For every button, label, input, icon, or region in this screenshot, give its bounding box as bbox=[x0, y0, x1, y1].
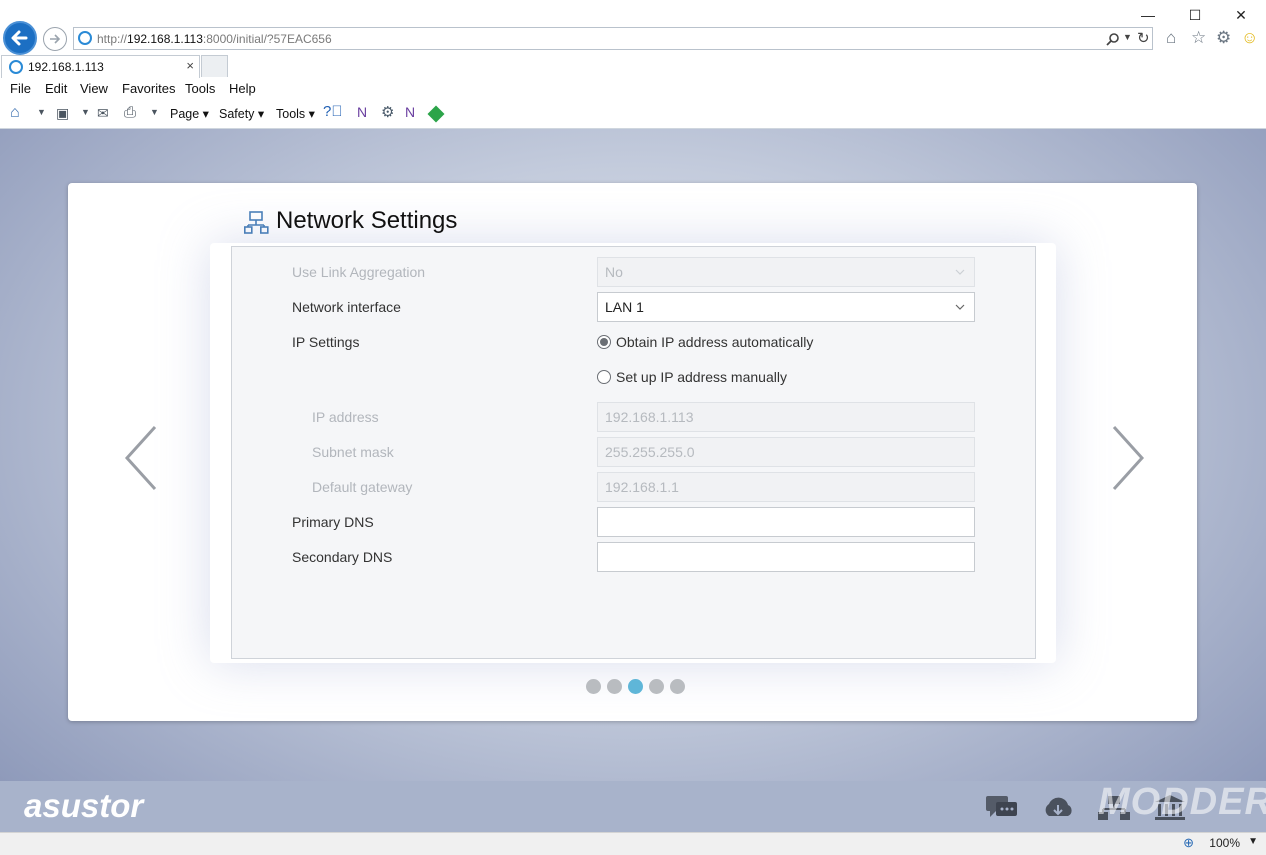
zoom-icon[interactable]: ⊕ bbox=[1183, 835, 1194, 851]
gear-icon[interactable]: ⚙ bbox=[1216, 28, 1231, 48]
step-dot[interactable] bbox=[607, 679, 622, 694]
settings-cmd-icon[interactable]: ⚙ bbox=[381, 103, 394, 121]
dropdown-arrow-icon[interactable]: ▼ bbox=[81, 107, 90, 117]
zoom-level[interactable]: 100% bbox=[1209, 836, 1240, 850]
chevron-down-icon bbox=[955, 269, 965, 275]
radio-selected-dot bbox=[600, 338, 608, 346]
chat-icon[interactable] bbox=[985, 794, 1019, 822]
tab-title: 192.168.1.113 bbox=[28, 60, 104, 74]
secondary-dns-input[interactable] bbox=[597, 542, 975, 572]
minimize-button[interactable]: — bbox=[1138, 5, 1158, 25]
link-aggregation-value: No bbox=[605, 264, 623, 280]
arrow-left-icon bbox=[11, 30, 28, 46]
refresh-icon[interactable]: ↻ bbox=[1137, 29, 1150, 47]
watermark: MODDERS bbox=[1098, 781, 1266, 823]
search-icon[interactable] bbox=[1106, 32, 1120, 46]
ie-page-icon bbox=[78, 31, 92, 45]
help-icon[interactable]: ?⃝ bbox=[323, 103, 343, 120]
subnet-mask-label: Subnet mask bbox=[312, 444, 394, 460]
favorites-star-icon[interactable]: ☆ bbox=[1191, 28, 1206, 48]
setup-wizard-card: Network Settings Use Link Aggregation No… bbox=[68, 183, 1197, 721]
smiley-icon[interactable]: ☺ bbox=[1241, 28, 1258, 48]
network-settings-icon bbox=[244, 211, 269, 234]
settings-panel: Use Link Aggregation No Network interfac… bbox=[231, 246, 1036, 659]
green-addon-icon[interactable] bbox=[427, 105, 445, 123]
step-dot-active[interactable] bbox=[628, 679, 643, 694]
mail-icon[interactable]: ✉ bbox=[97, 105, 109, 122]
ip-settings-label: IP Settings bbox=[292, 334, 360, 350]
subnet-mask-value: 255.255.255.0 bbox=[605, 444, 695, 460]
default-gateway-label: Default gateway bbox=[312, 479, 413, 495]
onenote-icon[interactable]: N bbox=[357, 104, 367, 120]
primary-dns-label: Primary DNS bbox=[292, 514, 374, 530]
back-button[interactable] bbox=[3, 21, 37, 55]
menu-favorites[interactable]: Favorites bbox=[122, 81, 175, 96]
menu-bar: File Edit View Favorites Tools Help bbox=[0, 79, 1266, 99]
dropdown-arrow-icon[interactable]: ▼ bbox=[150, 107, 159, 117]
page-title: Network Settings bbox=[276, 207, 458, 234]
next-step-arrow[interactable] bbox=[1108, 423, 1148, 493]
maximize-button[interactable]: ☐ bbox=[1185, 5, 1205, 25]
page-background: Network Settings Use Link Aggregation No… bbox=[0, 129, 1266, 832]
new-tab-button[interactable] bbox=[201, 55, 228, 77]
browser-tab[interactable]: 192.168.1.113 × bbox=[1, 55, 200, 78]
menu-help[interactable]: Help bbox=[229, 81, 256, 96]
network-interface-value: LAN 1 bbox=[605, 299, 644, 315]
network-interface-select[interactable]: LAN 1 bbox=[597, 292, 975, 322]
network-interface-label: Network interface bbox=[292, 299, 401, 315]
chevron-down-icon bbox=[955, 304, 965, 310]
dropdown-arrow-icon[interactable]: ▼ bbox=[37, 107, 46, 117]
arrow-right-icon bbox=[50, 34, 61, 44]
status-bar: ⊕ 100% ▼ bbox=[0, 832, 1266, 855]
tab-close-icon[interactable]: × bbox=[186, 58, 194, 73]
ip-address-value: 192.168.1.113 bbox=[605, 409, 694, 425]
default-gateway-input: 192.168.1.1 bbox=[597, 472, 975, 502]
step-dot[interactable] bbox=[586, 679, 601, 694]
menu-file[interactable]: File bbox=[10, 81, 31, 96]
step-dot[interactable] bbox=[649, 679, 664, 694]
onenote-linked-icon[interactable]: N bbox=[405, 104, 415, 120]
close-window-button[interactable]: ✕ bbox=[1231, 5, 1251, 25]
home-cmd-icon[interactable]: ⌂ bbox=[10, 104, 20, 122]
home-icon[interactable]: ⌂ bbox=[1166, 28, 1176, 48]
url-text: http://192.168.1.113:8000/initial/?57EAC… bbox=[97, 32, 332, 46]
safety-menu[interactable]: Safety ▾ bbox=[219, 106, 264, 121]
menu-view[interactable]: View bbox=[80, 81, 108, 96]
subnet-mask-input: 255.255.255.0 bbox=[597, 437, 975, 467]
command-bar: ⌂ ▼ ▣ ▼ ✉ ⎙ ▼ Page ▾ Safety ▾ Tools ▾ ?⃝… bbox=[0, 102, 1266, 126]
zoom-dropdown-icon[interactable]: ▼ bbox=[1248, 836, 1258, 847]
menu-edit[interactable]: Edit bbox=[45, 81, 67, 96]
step-dot[interactable] bbox=[670, 679, 685, 694]
secondary-dns-label: Secondary DNS bbox=[292, 549, 393, 565]
tools-cmd-menu[interactable]: Tools ▾ bbox=[276, 106, 315, 121]
rss-feed-icon[interactable]: ▣ bbox=[56, 105, 69, 122]
radio-obtain-automatically[interactable] bbox=[597, 335, 611, 349]
menu-tools[interactable]: Tools bbox=[185, 81, 215, 96]
app-footer: asustor MODDERS bbox=[0, 781, 1266, 832]
address-bar[interactable]: http://192.168.1.113:8000/initial/?57EAC… bbox=[73, 27, 1153, 50]
print-icon[interactable]: ⎙ bbox=[124, 104, 136, 121]
ip-address-label: IP address bbox=[312, 409, 379, 425]
forward-button[interactable] bbox=[43, 27, 67, 51]
ip-address-input: 192.168.1.113 bbox=[597, 402, 975, 432]
previous-step-arrow[interactable] bbox=[121, 423, 161, 493]
radio-set-manually[interactable] bbox=[597, 370, 611, 384]
browser-chrome: — ☐ ✕ http://192.168.1.113:8000/initial/… bbox=[0, 0, 1266, 129]
ie-tab-icon bbox=[9, 60, 23, 74]
chevron-down-icon[interactable]: ▼ bbox=[1123, 32, 1132, 42]
page-menu[interactable]: Page ▾ bbox=[170, 106, 209, 121]
primary-dns-input[interactable] bbox=[597, 507, 975, 537]
cloud-download-icon[interactable] bbox=[1041, 794, 1075, 822]
radio-obtain-automatically-label[interactable]: Obtain IP address automatically bbox=[616, 334, 813, 350]
link-aggregation-select: No bbox=[597, 257, 975, 287]
asustor-logo: asustor bbox=[24, 787, 144, 824]
radio-set-manually-label[interactable]: Set up IP address manually bbox=[616, 369, 787, 385]
default-gateway-value: 192.168.1.1 bbox=[605, 479, 679, 495]
link-aggregation-label: Use Link Aggregation bbox=[292, 264, 426, 280]
